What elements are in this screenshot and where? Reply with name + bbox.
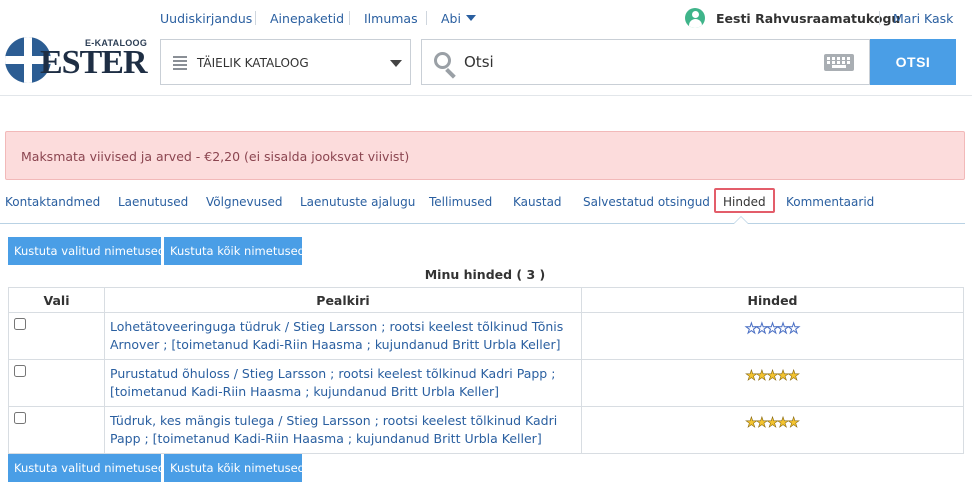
- nav-link-ainepaketid[interactable]: Ainepaketid: [270, 11, 344, 26]
- account-tabs: Kontaktandmed Laenutused Võlgnevused Lae…: [0, 186, 965, 224]
- keyboard-icon[interactable]: [824, 54, 854, 71]
- column-header-hinded: Hinded: [581, 287, 964, 313]
- row-checkbox[interactable]: [14, 412, 26, 424]
- search-button[interactable]: OTSI: [870, 39, 956, 85]
- rating-cell: ★★★★★: [581, 359, 964, 407]
- search-box: [421, 39, 870, 85]
- column-header-pealkiri: Pealkiri: [104, 287, 582, 313]
- nav-link-abi[interactable]: Abi: [441, 11, 476, 26]
- select-cell: [8, 406, 105, 454]
- header-divider: [0, 95, 972, 96]
- row-checkbox[interactable]: [14, 318, 26, 330]
- row-checkbox[interactable]: [14, 365, 26, 377]
- ratings-table: Vali Pealkiri Hinded Lohetätoveeringuga …: [8, 287, 964, 454]
- select-cell: [8, 312, 105, 360]
- rating-cell: ★★★★★: [581, 312, 964, 360]
- tab-volgnevused[interactable]: Võlgnevused: [206, 195, 283, 209]
- nav-link-abi-label: Abi: [441, 11, 461, 26]
- tab-tellimused[interactable]: Tellimused: [429, 195, 492, 209]
- title-cell: Purustatud õhuloss / Stieg Larsson ; roo…: [104, 359, 582, 407]
- title-link[interactable]: Tüdruk, kes mängis tulega / Stieg Larsso…: [110, 413, 557, 446]
- tab-kontaktandmed[interactable]: Kontaktandmed: [5, 195, 100, 209]
- catalog-select[interactable]: TÄIELIK KATALOOG: [160, 39, 411, 85]
- fines-alert-text: Maksmata viivised ja arved - €2,20 (ei s…: [21, 149, 410, 164]
- catalog-select-label: TÄIELIK KATALOOG: [197, 56, 309, 70]
- user-menu-link[interactable]: Mari Kask: [893, 11, 953, 26]
- delete-all-button[interactable]: Kustuta kõik nimetused: [164, 237, 305, 265]
- library-name: Eesti Rahvusraamatukogu: [716, 11, 901, 26]
- caret-down-icon: [465, 15, 476, 21]
- logo-wordmark: ESTER: [40, 44, 147, 81]
- delete-all-button-bottom[interactable]: Kustuta kõik nimetused: [164, 454, 305, 482]
- title-cell: Tüdruk, kes mängis tulega / Stieg Larsso…: [104, 406, 582, 454]
- table-header-row: Vali Pealkiri Hinded: [8, 287, 964, 313]
- title-link[interactable]: Purustatud õhuloss / Stieg Larsson ; roo…: [110, 366, 555, 399]
- fines-alert: Maksmata viivised ja arved - €2,20 (ei s…: [5, 131, 965, 180]
- delete-selected-button-bottom[interactable]: Kustuta valitud nimetused: [8, 454, 165, 482]
- nav-separator: [255, 11, 256, 25]
- ester-logo[interactable]: E-KATALOOG ESTER: [5, 36, 150, 88]
- tab-kaustad[interactable]: Kaustad: [513, 195, 562, 209]
- nav-link-ilmumas[interactable]: Ilmumas: [364, 11, 418, 26]
- title-cell: Lohetätoveeringuga tüdruk / Stieg Larsso…: [104, 312, 582, 360]
- search-input[interactable]: [464, 48, 814, 76]
- column-header-vali: Vali: [8, 287, 105, 313]
- user-icon: [685, 8, 705, 28]
- top-navigation: Uudiskirjandus Ainepaketid Ilmumas Abi E…: [0, 0, 972, 36]
- active-tab-indicator: [733, 216, 749, 224]
- star-filled-icon[interactable]: ★: [787, 416, 800, 431]
- delete-selected-button[interactable]: Kustuta valitud nimetused: [8, 237, 165, 265]
- search-icon: [432, 50, 458, 79]
- tab-kommentaarid[interactable]: Kommentaarid: [786, 195, 874, 209]
- tab-salvestatud-otsingud[interactable]: Salvestatud otsingud: [583, 195, 710, 209]
- rating-cell: ★★★★★: [581, 406, 964, 454]
- select-cell: [8, 359, 105, 407]
- star-empty-icon[interactable]: ★: [787, 322, 801, 337]
- chevron-down-icon: [390, 60, 402, 67]
- table-row: Lohetätoveeringuga tüdruk / Stieg Larsso…: [8, 312, 964, 360]
- list-icon: [173, 56, 187, 70]
- tab-hinded[interactable]: Hinded: [714, 188, 775, 213]
- tab-laenutused[interactable]: Laenutused: [118, 195, 188, 209]
- nav-separator: [426, 11, 427, 25]
- nav-separator: [349, 11, 350, 25]
- star-filled-icon[interactable]: ★: [787, 369, 800, 384]
- title-link[interactable]: Lohetätoveeringuga tüdruk / Stieg Larsso…: [110, 319, 563, 352]
- tab-laenutuste-ajalugu[interactable]: Laenutuste ajalugu: [300, 195, 415, 209]
- ratings-table-title: Minu hinded ( 3 ): [424, 267, 546, 282]
- nav-link-uudiskirjandus[interactable]: Uudiskirjandus: [160, 11, 252, 26]
- nav-separator: [879, 11, 880, 25]
- table-row: Purustatud õhuloss / Stieg Larsson ; roo…: [8, 359, 964, 407]
- table-row: Tüdruk, kes mängis tulega / Stieg Larsso…: [8, 406, 964, 454]
